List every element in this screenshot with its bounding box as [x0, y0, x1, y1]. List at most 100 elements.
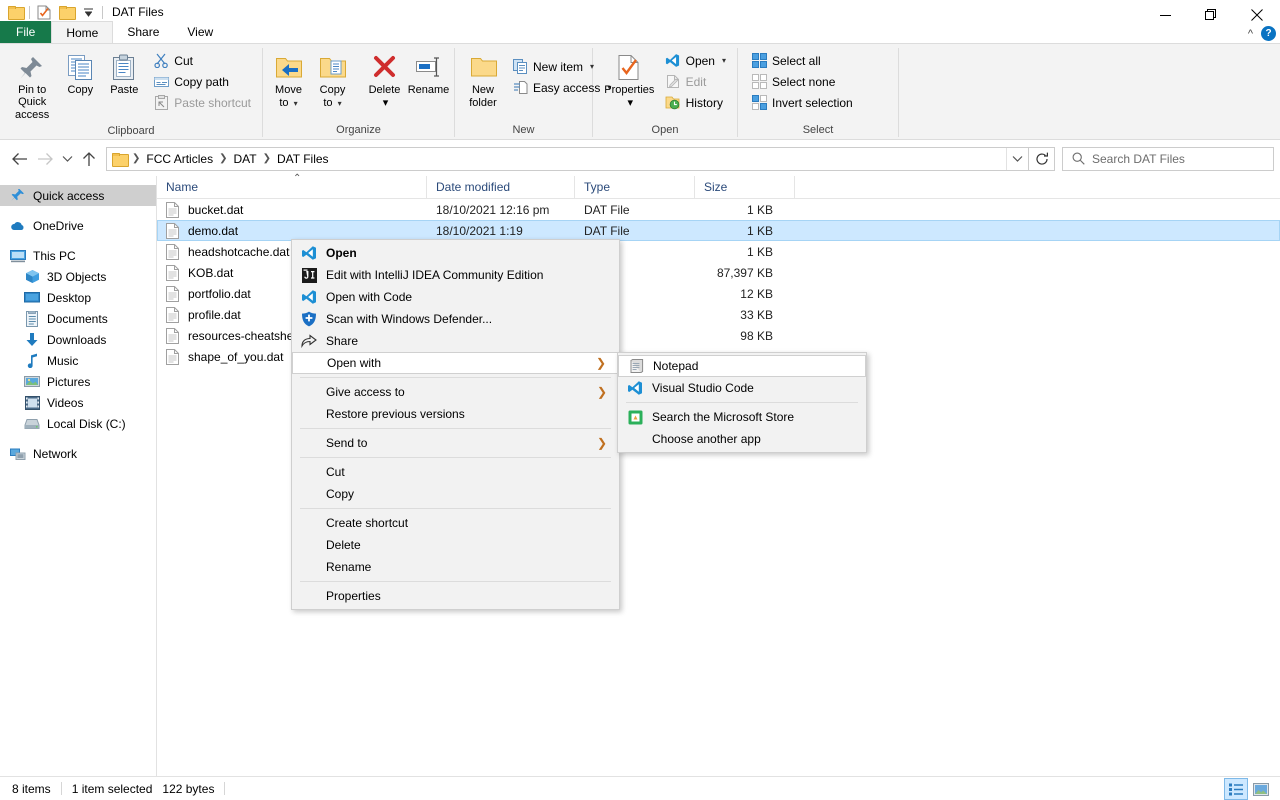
context-menu-item-send-to[interactable]: Send to ❯ [292, 432, 619, 454]
easy-access-icon [512, 80, 528, 96]
context-menu-separator-2 [300, 428, 611, 429]
history-button[interactable]: History [662, 92, 731, 113]
up-icon[interactable] [76, 146, 102, 172]
context-menu-item-rename[interactable]: Rename [292, 556, 619, 578]
table-row[interactable]: demo.dat 18/10/2021 1:19 DAT File 1 KB [157, 220, 1280, 241]
context-menu-item-give-access-to[interactable]: Give access to ❯ [292, 381, 619, 403]
delete-button[interactable]: Delete ▾ [363, 48, 407, 112]
column-header-type[interactable]: Type [575, 175, 695, 199]
file-date-cell: 18/10/2021 1:19 [436, 223, 523, 238]
rename-button[interactable]: Rename [407, 48, 451, 99]
rename-label: Rename [407, 84, 450, 96]
properties-button[interactable]: Properties ▾ [599, 48, 660, 112]
select-none-button[interactable]: Select none [748, 71, 858, 92]
sidebar-item-3d-objects[interactable]: 3D Objects [0, 266, 156, 287]
large-icons-view-button[interactable] [1250, 779, 1272, 799]
file-date-cell: 18/10/2021 12:16 pm [436, 202, 550, 217]
paste-label: Paste [110, 84, 139, 96]
collapse-ribbon-icon[interactable]: ^ [1248, 28, 1253, 40]
tab-view[interactable]: View [173, 21, 227, 43]
tab-home[interactable]: Home [51, 21, 114, 43]
open-caret-icon: ▾ [721, 56, 726, 65]
refresh-icon[interactable] [1029, 146, 1055, 171]
invert-selection-button[interactable]: Invert selection [748, 92, 858, 113]
context-menu-item-edit-with-intellij[interactable]: Edit with IntelliJ IDEA Community Editio… [292, 264, 619, 286]
context-menu-item-open-with-code[interactable]: Open with Code [292, 286, 619, 308]
submenu-item-choose-another-app[interactable]: Choose another app [618, 428, 866, 450]
help-icon[interactable]: ? [1261, 26, 1276, 41]
recent-locations-icon[interactable] [58, 146, 76, 172]
forward-icon[interactable] [32, 146, 58, 172]
search-icon [1072, 152, 1085, 165]
paste-button[interactable]: Paste [102, 48, 146, 99]
sidebar-item-videos[interactable]: Videos [0, 392, 156, 413]
submenu-item-search-microsoft-store[interactable]: Search the Microsoft Store [618, 406, 866, 428]
documents-icon [24, 310, 40, 327]
copy-to-label-2: to ▾ [323, 97, 342, 109]
context-menu-item-delete[interactable]: Delete [292, 534, 619, 556]
move-to-button[interactable]: Move to ▾ [267, 48, 311, 113]
paste-shortcut-button[interactable]: Paste shortcut [150, 92, 256, 113]
context-menu-separator-3 [300, 457, 611, 458]
copy-to-button[interactable]: Copy to ▾ [311, 48, 355, 113]
sidebar-item-this-pc[interactable]: This PC [0, 245, 156, 266]
context-menu-item-share[interactable]: Share [292, 330, 619, 352]
vscode-icon [300, 289, 318, 305]
copy-button[interactable]: Copy [58, 48, 102, 99]
sidebar-label-quick-access: Quick access [33, 188, 105, 203]
sidebar-item-music[interactable]: Music [0, 350, 156, 371]
context-menu-item-properties[interactable]: Properties [292, 585, 619, 607]
address-dropdown-icon[interactable] [1006, 147, 1028, 170]
copy-label: Copy [67, 84, 94, 96]
address-bar[interactable]: ❯ FCC Articles ❯ DAT ❯ DAT Files [106, 146, 1029, 171]
context-menu-item-open[interactable]: Open [292, 242, 619, 264]
context-menu-item-cut[interactable]: Cut [292, 461, 619, 483]
edit-button[interactable]: Edit [662, 71, 731, 92]
sidebar-item-onedrive[interactable]: OneDrive [0, 215, 156, 236]
context-menu-item-create-shortcut[interactable]: Create shortcut [292, 512, 619, 534]
context-menu-item-scan-with-windows-defender[interactable]: Scan with Windows Defender... [292, 308, 619, 330]
copy-path-button[interactable]: Copy path [150, 71, 256, 92]
breadcrumb-separator-2: ❯ [262, 153, 271, 164]
tab-file[interactable]: File [0, 21, 52, 43]
customize-dropdown-icon[interactable] [77, 2, 99, 22]
sidebar-item-local-disk-c[interactable]: Local Disk (C:) [0, 413, 156, 434]
breadcrumb-item-2[interactable]: DAT Files [273, 151, 333, 167]
sidebar-item-pictures[interactable]: Pictures [0, 371, 156, 392]
context-menu-separator-4 [300, 508, 611, 509]
breadcrumb-item-1[interactable]: DAT [229, 151, 260, 167]
new-item-icon [512, 59, 528, 75]
sidebar-item-documents[interactable]: Documents [0, 308, 156, 329]
sidebar-item-desktop[interactable]: Desktop [0, 287, 156, 308]
sidebar-item-downloads[interactable]: Downloads [0, 329, 156, 350]
tab-share[interactable]: Share [113, 21, 173, 43]
new-folder-icon[interactable] [55, 2, 77, 22]
context-menu-item-copy[interactable]: Copy [292, 483, 619, 505]
properties-icon[interactable] [33, 2, 55, 22]
history-icon [665, 95, 681, 111]
sidebar-item-quick-access[interactable]: Quick access [0, 185, 156, 206]
column-header-date-modified[interactable]: Date modified [427, 175, 575, 199]
table-row[interactable]: bucket.dat 18/10/2021 12:16 pm DAT File … [157, 199, 1280, 220]
pin-to-quick-access-button[interactable]: Pin to Quick access [6, 48, 58, 124]
sort-ascending-icon: ⌃ [293, 172, 302, 184]
submenu-item-notepad[interactable]: Notepad [618, 355, 866, 377]
back-icon[interactable] [6, 146, 32, 172]
details-view-button[interactable] [1224, 778, 1248, 800]
column-header-size[interactable]: Size [695, 175, 795, 199]
open-button[interactable]: Open ▾ [662, 50, 731, 71]
sidebar-item-network[interactable]: Network [0, 443, 156, 464]
cut-button[interactable]: Cut [150, 50, 256, 71]
context-menu-item-restore-previous-versions[interactable]: Restore previous versions [292, 403, 619, 425]
submenu-item-visual-studio-code[interactable]: Visual Studio Code [618, 377, 866, 399]
picture-icon [24, 374, 40, 390]
select-all-button[interactable]: Select all [748, 50, 858, 71]
dat-file-icon [166, 327, 180, 344]
context-menu-item-open-with[interactable]: Open with ❯ [292, 352, 619, 374]
breadcrumb-item-0[interactable]: FCC Articles [142, 151, 217, 167]
properties-label: Properties [604, 84, 655, 96]
column-header-name[interactable]: Name ⌃ [157, 172, 427, 199]
folder-icon[interactable] [4, 2, 26, 22]
new-folder-button[interactable]: New folder [461, 48, 505, 112]
search-input[interactable]: Search DAT Files [1062, 146, 1274, 171]
